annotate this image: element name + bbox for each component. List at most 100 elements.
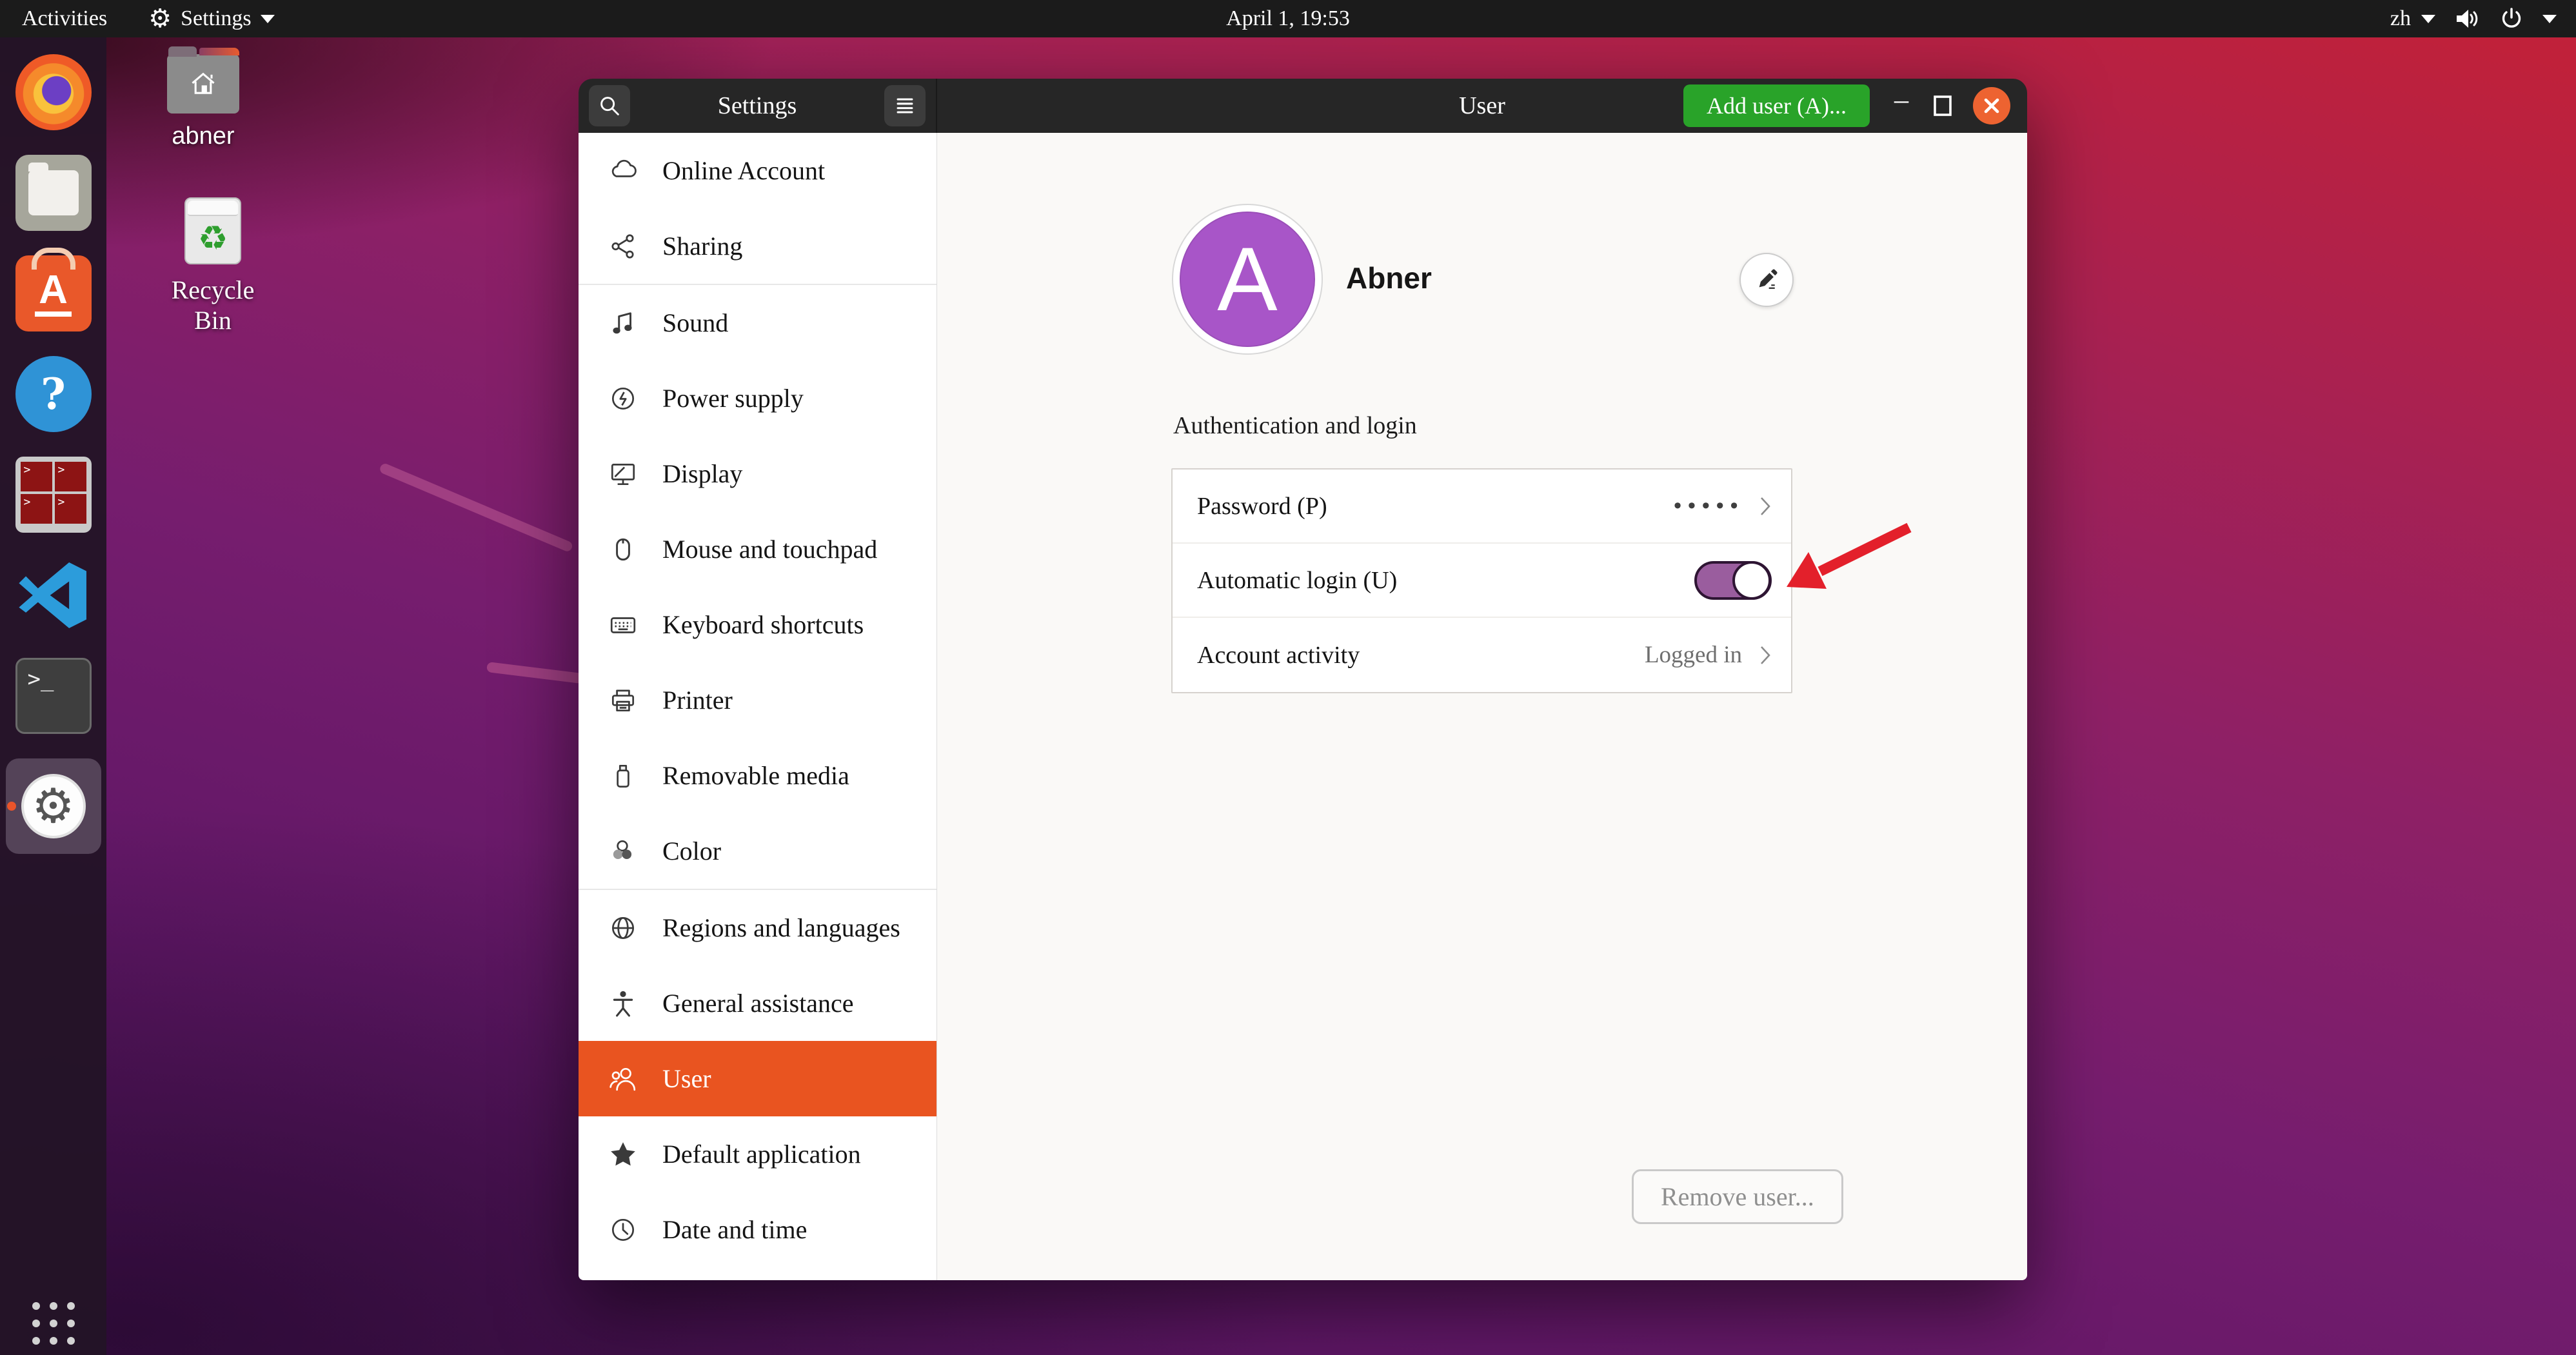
settings-window: Settings User Add user (A)... –: [579, 79, 2027, 1280]
dock-item-terminal-emulator[interactable]: > > > >: [15, 457, 92, 533]
top-bar-left: Activities ⚙ Settings: [19, 6, 275, 32]
sidebar-item-default-application[interactable]: Default application: [579, 1116, 936, 1192]
settings-app-icon: ⚙: [21, 774, 86, 838]
home-folder-icon: [167, 54, 239, 114]
chevron-down-icon[interactable]: [2542, 15, 2557, 23]
header-main-section: User Add user (A)... –: [937, 79, 2027, 133]
sidebar-item-label: Color: [662, 836, 721, 866]
chevron-down-icon: [2421, 15, 2435, 23]
sidebar-item-keyboard-shortcuts[interactable]: Keyboard shortcuts: [579, 587, 936, 662]
automatic-login-row[interactable]: Automatic login (U): [1173, 544, 1791, 618]
add-user-button[interactable]: Add user (A)...: [1683, 84, 1870, 127]
sidebar-item-sound[interactable]: Sound: [579, 285, 936, 361]
desktop-icon-recycle-bin[interactable]: ♻ Recycle Bin: [155, 197, 271, 335]
auth-settings-card: Password (P) ••••• Automatic login (U): [1171, 468, 1792, 693]
software-letter: A: [35, 270, 72, 317]
sidebar-item-sharing[interactable]: Sharing: [579, 208, 936, 284]
chevron-right-icon: [1759, 644, 1772, 666]
avatar[interactable]: A: [1173, 205, 1322, 353]
search-icon: [596, 92, 623, 119]
sidebar-item-label: Regions and languages: [662, 913, 900, 943]
running-indicator-dot: [7, 802, 16, 811]
sidebar-item-power-supply[interactable]: Power supply: [579, 361, 936, 436]
sidebar-item-removable-media[interactable]: Removable media: [579, 738, 936, 813]
system-status-area[interactable]: zh: [2390, 6, 2557, 31]
row-label: Password (P): [1197, 492, 1327, 520]
password-dots: •••••: [1672, 494, 1742, 519]
sidebar-item-label: General assistance: [662, 988, 854, 1018]
maximize-icon: [1933, 95, 1952, 117]
close-button[interactable]: [1973, 87, 2010, 124]
password-row[interactable]: Password (P) •••••: [1173, 470, 1791, 544]
sidebar-item-label: Sharing: [662, 231, 742, 261]
sidebar-item-label: Printer: [662, 685, 733, 715]
users-icon: [608, 1064, 638, 1094]
star-icon: [608, 1140, 638, 1169]
show-applications-button[interactable]: [32, 1302, 75, 1345]
share-icon: [608, 232, 638, 261]
top-bar: Activities ⚙ Settings April 1, 19:53 zh: [0, 0, 2576, 37]
activities-button[interactable]: Activities: [19, 6, 110, 31]
search-button[interactable]: [589, 85, 630, 126]
sidebar-item-general-assistance[interactable]: General assistance: [579, 965, 936, 1041]
dock-item-terminal[interactable]: >_: [15, 658, 92, 734]
account-activity-value: Logged in: [1645, 641, 1742, 669]
prompt-glyph: >: [21, 462, 52, 491]
desktop-icon-label: abner: [155, 123, 252, 150]
dock-item-files[interactable]: [15, 155, 92, 231]
sidebar-item-mouse-touchpad[interactable]: Mouse and touchpad: [579, 511, 936, 587]
minimize-button[interactable]: –: [1890, 86, 1912, 126]
row-label: Automatic login (U): [1197, 566, 1397, 595]
edit-name-button[interactable]: [1739, 253, 1794, 307]
dock-item-settings-active[interactable]: ⚙: [6, 758, 101, 854]
sidebar-item-label: Power supply: [662, 383, 804, 413]
sidebar-item-display[interactable]: Display: [579, 436, 936, 511]
sidebar-item-color[interactable]: Color: [579, 813, 936, 889]
cloud-icon: [608, 156, 638, 186]
primary-menu-button[interactable]: [884, 85, 926, 126]
keyboard-icon: [608, 610, 638, 640]
window-header: Settings User Add user (A)... –: [579, 79, 2027, 133]
prompt-glyph: >: [55, 494, 86, 524]
user-panel: A Abner Authentication and login Passwor…: [937, 133, 2027, 1280]
account-activity-row[interactable]: Account activity Logged in: [1173, 618, 1791, 692]
maximize-button[interactable]: [1933, 95, 1952, 117]
sidebar-item-online-account[interactable]: Online Account: [579, 133, 936, 208]
dock-item-vscode[interactable]: [15, 557, 92, 633]
recycle-symbol-icon: ♻: [198, 222, 228, 255]
ubuntu-desktop: { "colors": { "accent_orange": "#E95420"…: [0, 0, 2576, 1355]
automatic-login-toggle-on[interactable]: [1694, 561, 1772, 600]
window-title: Settings: [718, 92, 797, 120]
sidebar-item-label: Sound: [662, 308, 728, 338]
dock-item-help[interactable]: ?: [15, 356, 92, 432]
recycle-bin-icon: ♻: [184, 197, 241, 264]
sidebar-item-printer[interactable]: Printer: [579, 662, 936, 738]
accessibility-icon: [608, 989, 638, 1018]
dock-item-firefox[interactable]: [15, 54, 92, 130]
user-name: Abner: [1346, 261, 1432, 295]
remove-user-button[interactable]: Remove user...: [1632, 1169, 1843, 1224]
sidebar-item-label: Default application: [662, 1139, 861, 1169]
desktop-icon-home-folder[interactable]: abner: [155, 54, 252, 150]
app-menu[interactable]: ⚙ Settings: [148, 6, 274, 32]
annotation-arrow: [1767, 513, 1922, 604]
volume-icon[interactable]: [2455, 7, 2481, 30]
power-icon[interactable]: [2500, 7, 2523, 30]
page-title: User: [1459, 92, 1505, 120]
section-title: Authentication and login: [1173, 411, 1417, 440]
prompt-glyph: >: [21, 494, 52, 524]
clock-menu[interactable]: April 1, 19:53: [1226, 0, 1350, 37]
settings-sidebar: Online Account Sharing Sound: [579, 133, 937, 1280]
globe-icon: [608, 913, 638, 943]
header-sidebar-section: Settings: [579, 79, 937, 133]
prompt-glyph: >_: [28, 666, 54, 692]
close-icon: [1982, 96, 2001, 115]
toggle-knob: [1732, 561, 1771, 600]
sidebar-item-user[interactable]: User: [579, 1041, 936, 1116]
dock-item-ubuntu-software[interactable]: A: [15, 255, 92, 331]
keyboard-layout-menu[interactable]: zh: [2390, 6, 2435, 31]
sidebar-item-date-time[interactable]: Date and time: [579, 1192, 936, 1267]
usb-drive-icon: [608, 761, 638, 791]
sidebar-item-regions-languages[interactable]: Regions and languages: [579, 890, 936, 965]
desktop-icon-label: Recycle Bin: [155, 275, 271, 335]
